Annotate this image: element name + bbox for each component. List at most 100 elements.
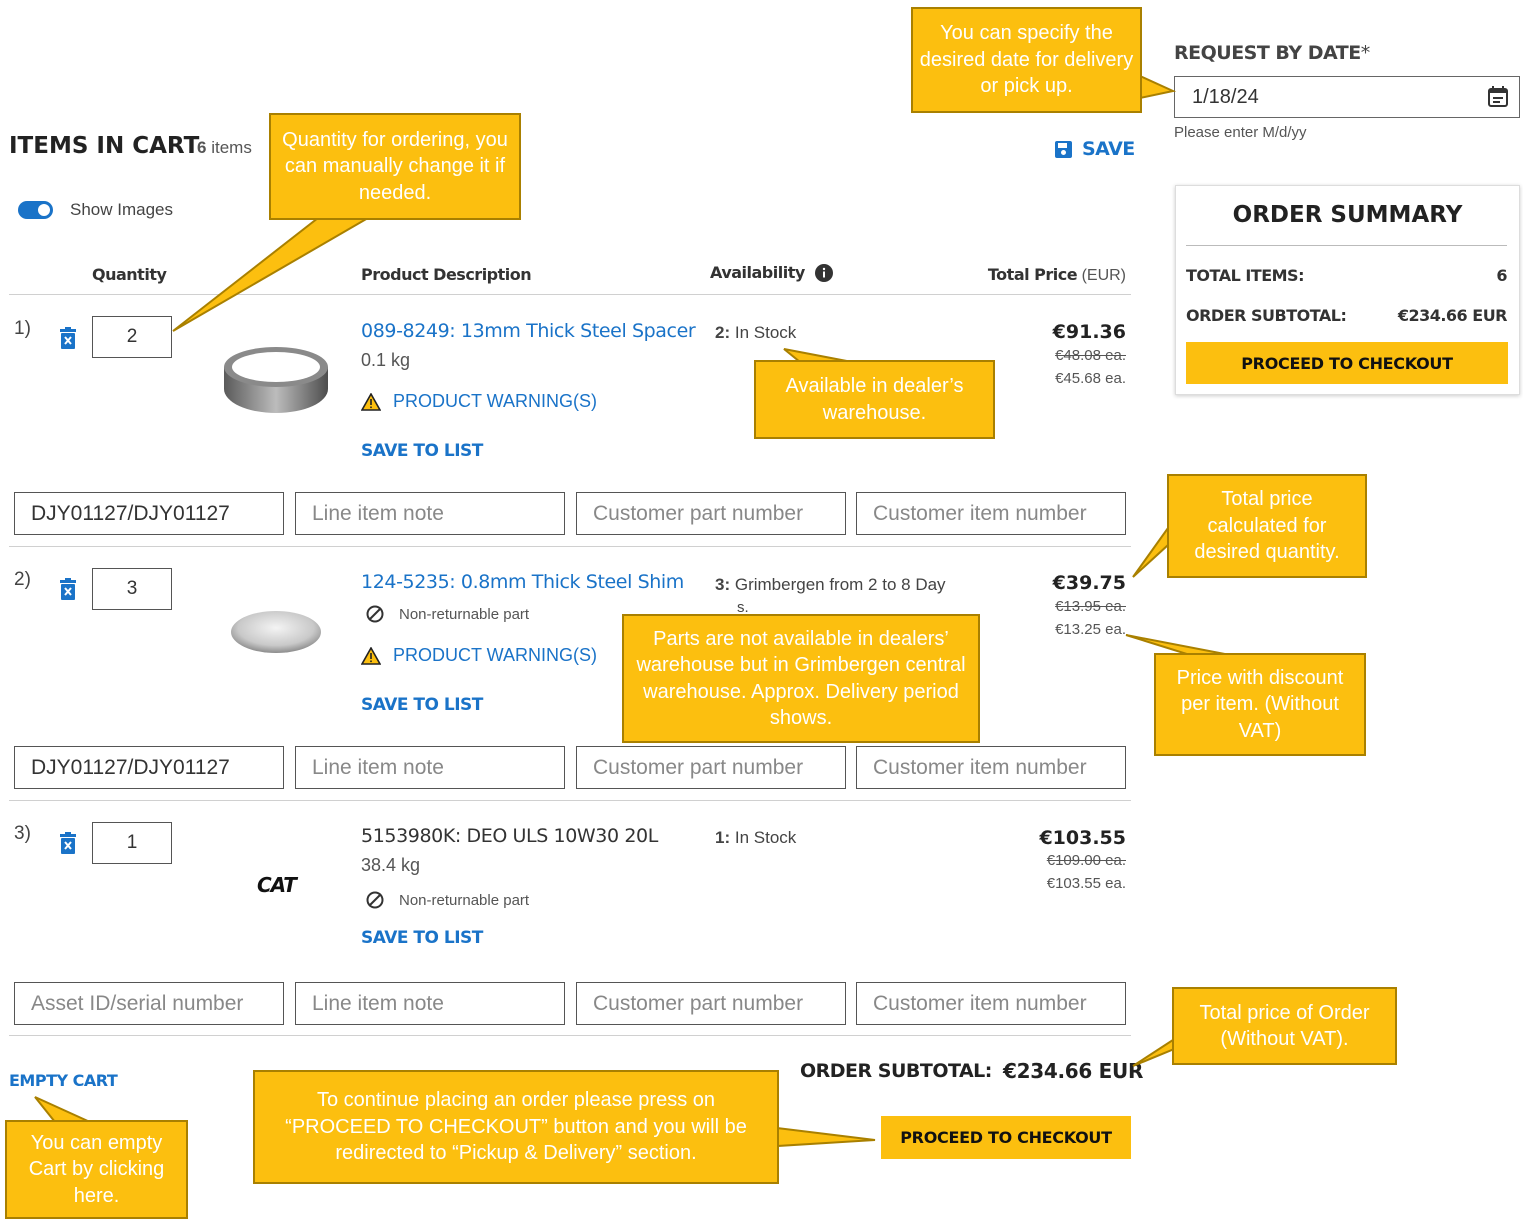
customer-part-number-field[interactable]: Customer part number (576, 982, 846, 1025)
toggle-switch[interactable] (18, 201, 53, 219)
order-summary-title: ORDER SUMMARY (1232, 202, 1463, 228)
summary-subtotal-value: €234.66 EUR (1397, 306, 1508, 325)
item-list-price: €48.08 ea. (1055, 347, 1126, 364)
callout-date: You can specify the desired date for del… (911, 7, 1142, 113)
pointer-discount (1125, 634, 1231, 656)
warning-icon (361, 392, 381, 411)
item-index: 2) (14, 569, 31, 590)
quantity-input[interactable]: 3 (92, 568, 172, 610)
items-count-word: items (211, 138, 252, 157)
item-weight: 0.1 kg (361, 350, 411, 370)
availability-text: Grimbergen from 2 to 8 Day (734, 575, 946, 594)
asset-id-field[interactable]: Asset ID/serial number (14, 982, 284, 1025)
pointer-quantity (172, 217, 372, 332)
pointer-date (1139, 74, 1177, 100)
callout-proceed: To continue placing an order please pres… (253, 1070, 779, 1184)
item-index: 3) (14, 823, 31, 844)
pointer-total-price (1132, 524, 1169, 578)
save-to-list-link[interactable]: SAVE TO LIST (361, 695, 483, 715)
save-to-list-link[interactable]: SAVE TO LIST (361, 441, 483, 461)
order-subtotal-value: €234.66 EUR (1003, 1059, 1144, 1083)
request-date-input[interactable]: 1/18/24 (1174, 76, 1520, 118)
availability-text: In Stock (734, 323, 797, 342)
pointer-empty (34, 1096, 91, 1123)
callout-quantity: Quantity for ordering, you can manually … (269, 113, 521, 220)
items-count: 6 items (197, 138, 252, 158)
item-index: 1) (14, 318, 31, 339)
product-warning-label: PRODUCT WARNING(S) (393, 645, 597, 665)
callout-in-stock: Available in dealer’s warehouse. (754, 360, 995, 439)
quantity-input[interactable]: 2 (92, 316, 172, 358)
availability: 1: In Stock (715, 828, 796, 848)
request-date-hint: Please enter M/d/yy (1174, 124, 1307, 141)
save-to-list-link[interactable]: SAVE TO LIST (361, 928, 483, 948)
callout-central-warehouse: Parts are not available in dealers’ ware… (622, 614, 980, 743)
item-weight: 38.4 kg (361, 855, 421, 875)
total-items-value: 6 (1496, 266, 1507, 285)
customer-item-number-field[interactable]: Customer item number (856, 982, 1126, 1025)
availability-text: In Stock (734, 828, 797, 847)
steel-spacer-image (224, 347, 328, 413)
summary-proceed-to-checkout-button[interactable]: PROCEED TO CHECKOUT (1186, 342, 1508, 384)
line-item-note-field[interactable]: Line item note (295, 982, 565, 1025)
col-total-price-label: Total Price (987, 265, 1078, 284)
product-warning-label: PRODUCT WARNING(S) (393, 391, 597, 411)
item-title-link[interactable]: 089-8249: 13mm Thick Steel Spacer (361, 320, 696, 342)
col-currency: (EUR) (1081, 267, 1126, 284)
customer-item-number-field[interactable]: Customer item number (856, 746, 1126, 789)
col-availability-label: Availability (710, 263, 805, 282)
product-warning-link[interactable]: PRODUCT WARNING(S) (361, 391, 597, 412)
request-date-value: 1/18/24 (1192, 86, 1259, 108)
non-returnable-icon (366, 891, 384, 909)
line-item-note-field[interactable]: Line item note (295, 492, 565, 535)
non-returnable-label: Non-returnable part (399, 891, 530, 909)
item-title: 5153980K: DEO ULS 10W30 20L (361, 825, 658, 847)
warning-icon (361, 646, 381, 665)
items-count-number: 6 (197, 138, 207, 157)
cat-logo: CAT (257, 873, 297, 897)
request-date-label: REQUEST BY DATE* (1174, 42, 1370, 64)
item-net-price: €45.68 ea. (1055, 370, 1126, 387)
asset-id-field[interactable]: DJY01127/DJY01127 (14, 492, 284, 535)
callout-total-price: Total price calculated for desired quant… (1167, 474, 1367, 578)
non-returnable: Non-returnable part (365, 890, 529, 910)
steel-shim-image (231, 611, 321, 653)
required-mark: * (1360, 42, 1371, 64)
info-icon[interactable] (814, 263, 833, 282)
show-images-toggle[interactable]: Show Images (18, 200, 173, 220)
items-in-cart-title: ITEMS IN CART (9, 133, 200, 159)
empty-cart-link[interactable]: EMPTY CART (9, 1071, 118, 1090)
availability-count: 2: (715, 323, 731, 342)
col-quantity: Quantity (92, 265, 167, 284)
proceed-to-checkout-button[interactable]: PROCEED TO CHECKOUT (881, 1116, 1131, 1159)
non-returnable-icon (366, 605, 384, 623)
availability-count: 3: (715, 575, 731, 594)
trash-icon[interactable] (59, 327, 77, 349)
customer-part-number-field[interactable]: Customer part number (576, 492, 846, 535)
order-summary-panel: ORDER SUMMARY TOTAL ITEMS: 6 ORDER SUBTO… (1175, 185, 1520, 395)
item-title-link[interactable]: 124-5235: 0.8mm Thick Steel Shim (361, 571, 684, 593)
col-availability: Availability (710, 263, 833, 282)
request-date-label-text: REQUEST BY DATE (1174, 42, 1361, 64)
col-total-price: Total Price (EUR) (960, 265, 1126, 285)
item-net-price: €103.55 ea. (1046, 875, 1126, 892)
show-images-label: Show Images (70, 200, 173, 219)
callout-order-total: Total price of Order (Without VAT). (1172, 987, 1397, 1065)
product-warning-link[interactable]: PRODUCT WARNING(S) (361, 645, 597, 666)
callout-discount: Price with discount per item. (Without V… (1154, 653, 1366, 756)
asset-id-field[interactable]: DJY01127/DJY01127 (14, 746, 284, 789)
calendar-icon[interactable] (1487, 86, 1509, 108)
total-items-label: TOTAL ITEMS: (1186, 266, 1304, 285)
trash-icon[interactable] (59, 578, 77, 600)
callout-empty-cart: You can empty Cart by clicking here. (5, 1120, 188, 1219)
col-description: Product Description (361, 265, 532, 284)
customer-item-number-field[interactable]: Customer item number (856, 492, 1126, 535)
item-list-price: €13.95 ea. (1055, 598, 1126, 615)
item-total-price: €39.75 (1052, 572, 1126, 594)
line-item-note-field[interactable]: Line item note (295, 746, 565, 789)
customer-part-number-field[interactable]: Customer part number (576, 746, 846, 789)
pointer-proceed (776, 1126, 876, 1148)
quantity-input[interactable]: 1 (92, 822, 172, 864)
trash-icon[interactable] (59, 832, 77, 854)
save-button[interactable]: SAVE (1055, 138, 1135, 160)
